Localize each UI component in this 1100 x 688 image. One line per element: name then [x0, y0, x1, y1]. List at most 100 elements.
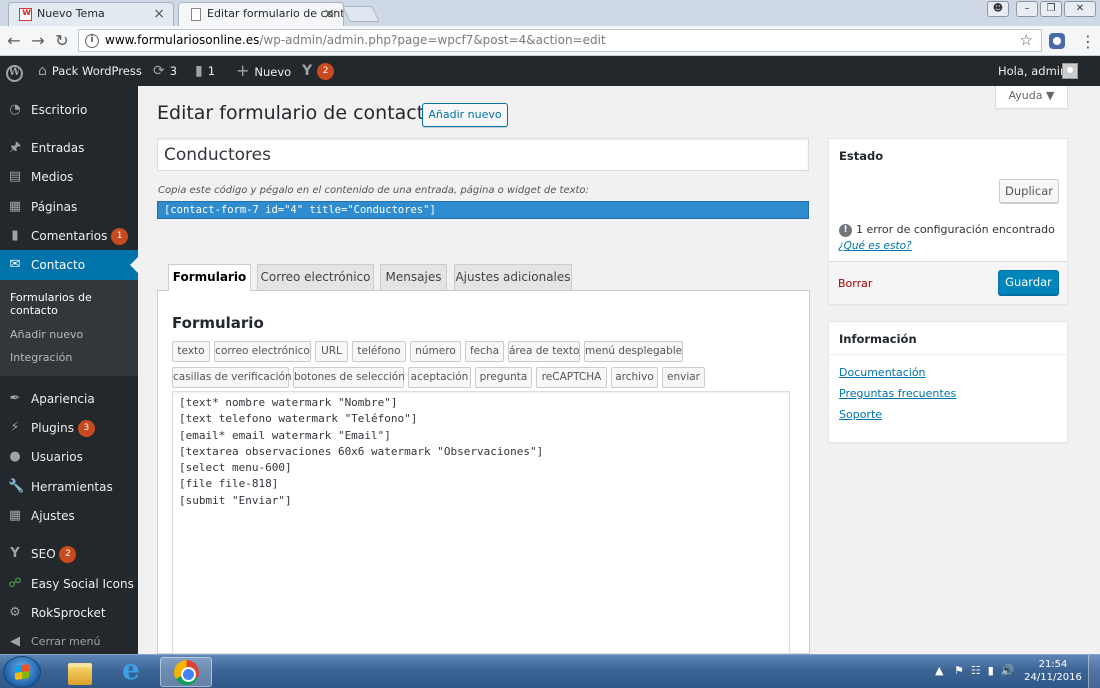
sidebar-item-plugins[interactable]: ⚡ Plugins 3 — [0, 413, 138, 443]
browser-menu-icon[interactable]: ⋮ — [1080, 32, 1096, 51]
sidebar-item-paginas[interactable]: ▦ Páginas — [0, 192, 138, 222]
page-title: Editar formulario de contacto — [157, 102, 436, 124]
tag-button-archivo[interactable]: archivo — [611, 367, 658, 388]
tab-close-icon[interactable]: × — [323, 6, 335, 22]
collapse-menu-button[interactable]: ◀ Cerrar menú — [0, 627, 138, 657]
new-tab-button[interactable] — [342, 6, 380, 22]
share-icon: ☍ — [8, 576, 22, 591]
delete-link[interactable]: Borrar — [838, 277, 872, 290]
whats-this-link[interactable]: ¿Qué es esto? — [838, 240, 912, 252]
tag-button-url[interactable]: URL — [315, 341, 348, 362]
sidebar-item-contacto[interactable]: ✉ Contacto — [0, 250, 138, 280]
support-link[interactable]: Soporte — [839, 408, 882, 421]
sidebar-item-herramientas[interactable]: 🔧 Herramientas — [0, 472, 138, 502]
media-icon: ▤ — [8, 169, 22, 184]
sidebar-item-escritorio[interactable]: ◔ Escritorio — [0, 95, 138, 125]
tag-button-aceptacion[interactable]: aceptación — [408, 367, 471, 388]
settings-icon: ▦ — [8, 508, 22, 523]
tag-button-area-de-texto[interactable]: área de texto — [508, 341, 580, 362]
sidebar-item-roksprocket[interactable]: ⚙ RokSprocket — [0, 598, 138, 628]
sidebar-item-usuarios[interactable]: ● Usuarios — [0, 442, 138, 472]
tag-button-fecha[interactable]: fecha — [465, 341, 504, 362]
tag-button-enviar[interactable]: enviar — [662, 367, 705, 388]
site-name-link[interactable]: ⌂ Pack WordPress — [38, 56, 142, 86]
tab-formulario[interactable]: Formulario — [168, 264, 251, 291]
seo-adminbar-link[interactable]: Y2 — [302, 56, 335, 86]
save-button[interactable]: Guardar — [998, 270, 1059, 295]
back-arrow-icon[interactable]: ← — [4, 31, 24, 51]
submenu-item-anadir-nuevo[interactable]: Añadir nuevo — [10, 328, 83, 341]
tag-button-casillas[interactable]: casillas de verificación — [172, 367, 292, 388]
volume-icon[interactable]: 🔊 — [1001, 664, 1015, 677]
comment-bubble-icon: ▮ — [195, 63, 203, 79]
tag-button-telefono[interactable]: teléfono — [352, 341, 406, 362]
my-account-link[interactable]: Hola, admin — [998, 56, 1067, 86]
flag-icon[interactable]: ⚑ — [954, 664, 964, 677]
faq-link[interactable]: Preguntas frecuentes — [839, 387, 956, 400]
chrome-icon[interactable] — [160, 657, 212, 687]
help-tab-button[interactable]: Ayuda ▼ — [995, 86, 1068, 109]
reload-icon[interactable]: ↻ — [52, 31, 72, 51]
url-domain: www.formulariosonline.es — [105, 33, 260, 47]
comments-count: 1 — [207, 64, 216, 78]
sidebar-item-ajustes[interactable]: ▦ Ajustes — [0, 501, 138, 531]
start-button[interactable] — [3, 656, 41, 688]
user-profile-icon[interactable]: ☻ — [987, 1, 1009, 17]
comments-link[interactable]: ▮ 1 — [195, 56, 215, 86]
sidebar-item-entradas[interactable]: 🖈 Entradas — [0, 133, 138, 163]
tag-button-botones-seleccion[interactable]: botones de selección — [293, 367, 405, 388]
home-icon: ⌂ — [38, 63, 47, 79]
close-window-icon[interactable]: ✕ — [1064, 1, 1096, 17]
new-content-link[interactable]: + Nuevo — [236, 56, 291, 86]
sidebar-item-label: Páginas — [31, 200, 78, 214]
tag-button-texto[interactable]: texto — [172, 341, 210, 362]
sidebar-item-label: Medios — [31, 170, 74, 184]
code-line: [text* nombre watermark "Nombre"] — [179, 396, 398, 409]
minimize-window-icon[interactable]: – — [1016, 1, 1038, 17]
form-code-editor[interactable]: [text* nombre watermark "Nombre"] [text … — [172, 391, 790, 654]
browser-tab-editar-formulario[interactable]: Editar formulario de cont × — [178, 2, 344, 27]
tag-button-pregunta[interactable]: pregunta — [475, 367, 532, 388]
tray-arrow-icon[interactable]: ▲ — [935, 664, 943, 677]
tab-correo-electronico[interactable]: Correo electrónico — [257, 264, 374, 290]
form-title-input[interactable]: Conductores — [157, 138, 809, 171]
wordpress-logo-icon[interactable]: W — [6, 56, 23, 86]
signal-icon[interactable]: ▮ — [988, 664, 994, 677]
browser-tab-nuevo-tema[interactable]: w Nuevo Tema × — [8, 2, 174, 26]
add-new-button[interactable]: Añadir nuevo — [422, 103, 508, 127]
updates-link[interactable]: ⟳ 3 — [153, 56, 177, 86]
sidebar-item-apariencia[interactable]: ✒ Apariencia — [0, 384, 138, 414]
address-bar[interactable]: i www.formulariosonline.es/wp-admin/admi… — [78, 29, 1042, 52]
show-desktop-button[interactable] — [1088, 655, 1100, 688]
file-explorer-icon[interactable] — [54, 657, 106, 687]
forward-arrow-icon[interactable]: → — [28, 31, 48, 51]
config-error-text: 1 error de configuración encontrado — [856, 223, 1055, 236]
sidebar-item-easy-social-icons[interactable]: ☍ Easy Social Icons — [0, 569, 138, 599]
extension-icon[interactable] — [1049, 33, 1065, 49]
greeting: Hola, admin — [998, 64, 1068, 78]
tag-button-correo-electronico[interactable]: correo electrónico — [214, 341, 311, 362]
tag-button-recaptcha[interactable]: reCAPTCHA — [536, 367, 607, 388]
bookmark-star-icon[interactable]: ☆ — [1020, 31, 1033, 49]
tab-close-icon[interactable]: × — [153, 6, 165, 22]
duplicate-button[interactable]: Duplicar — [999, 179, 1059, 203]
restore-window-icon[interactable]: ❐ — [1040, 1, 1062, 17]
avatar[interactable] — [1062, 63, 1078, 79]
sidebar-item-medios[interactable]: ▤ Medios — [0, 162, 138, 192]
system-tray: ▲ ⚑ ☷ ▮ 🔊 — [935, 664, 1014, 677]
sidebar-item-comentarios[interactable]: ▮ Comentarios 1 — [0, 221, 138, 251]
submenu-item-integracion[interactable]: Integración — [10, 351, 72, 364]
page-favicon-icon — [191, 8, 201, 21]
taskbar-clock[interactable]: 21:54 24/11/2016 — [1023, 658, 1083, 684]
tag-button-numero[interactable]: número — [410, 341, 461, 362]
site-info-icon[interactable]: i — [85, 34, 99, 48]
tab-mensajes[interactable]: Mensajes — [380, 264, 447, 290]
network-icon[interactable]: ☷ — [971, 664, 981, 677]
tab-ajustes-adicionales[interactable]: Ajustes adicionales — [454, 264, 572, 290]
sidebar-item-seo[interactable]: Y SEO 2 — [0, 539, 138, 569]
tag-button-menu-desplegable[interactable]: menú desplegable — [584, 341, 683, 362]
internet-explorer-icon[interactable] — [108, 655, 160, 687]
submenu-item-formularios[interactable]: Formularios de contacto — [10, 291, 120, 317]
documentation-link[interactable]: Documentación — [839, 366, 926, 379]
shortcode-field[interactable]: [contact-form-7 id="4" title="Conductore… — [157, 201, 809, 219]
